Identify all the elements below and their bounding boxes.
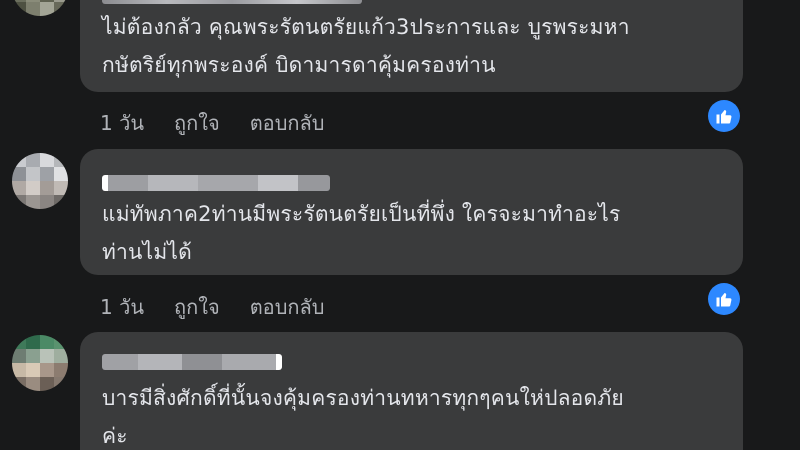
comment-thread: ไม่ต้องกลัว คุณพระรัตนตรัยแก้ว3ประการและ… (0, 0, 800, 450)
comment-actions: 1 วัน ถูกใจ ตอบกลับ (100, 291, 324, 323)
comment-text: บารมีสิ่งศักดิ์ที่นั้นจงคุ้มครองท่านทหาร… (102, 386, 624, 448)
comment-bubble: ไม่ต้องกลัว คุณพระรัตนตรัยแก้ว3ประการและ… (80, 0, 743, 92)
like-icon[interactable] (708, 283, 740, 315)
comment-actions: 1 วัน ถูกใจ ตอบกลับ (100, 107, 324, 139)
avatar[interactable] (12, 0, 68, 16)
comment-bubble: แม่ทัพภาค2ท่านมีพระรัตนตรัยเป็นที่พึ่ง ใ… (80, 149, 743, 275)
like-button[interactable]: ถูกใจ (174, 107, 220, 139)
commenter-name[interactable] (102, 354, 282, 370)
comment-text: แม่ทัพภาค2ท่านมีพระรัตนตรัยเป็นที่พึ่ง ใ… (102, 202, 621, 264)
like-icon[interactable] (708, 100, 740, 132)
reply-button[interactable]: ตอบกลับ (250, 291, 325, 323)
comment-bubble: บารมีสิ่งศักดิ์ที่นั้นจงคุ้มครองท่านทหาร… (80, 332, 743, 450)
avatar[interactable] (12, 153, 68, 209)
reply-button[interactable]: ตอบกลับ (250, 107, 325, 139)
commenter-name[interactable] (102, 0, 362, 4)
commenter-name[interactable] (102, 175, 330, 191)
like-button[interactable]: ถูกใจ (174, 291, 220, 323)
comment-text: ไม่ต้องกลัว คุณพระรัตนตรัยแก้ว3ประการและ… (102, 15, 630, 77)
avatar[interactable] (12, 335, 68, 391)
comment-time[interactable]: 1 วัน (100, 107, 144, 139)
comment-time[interactable]: 1 วัน (100, 291, 144, 323)
